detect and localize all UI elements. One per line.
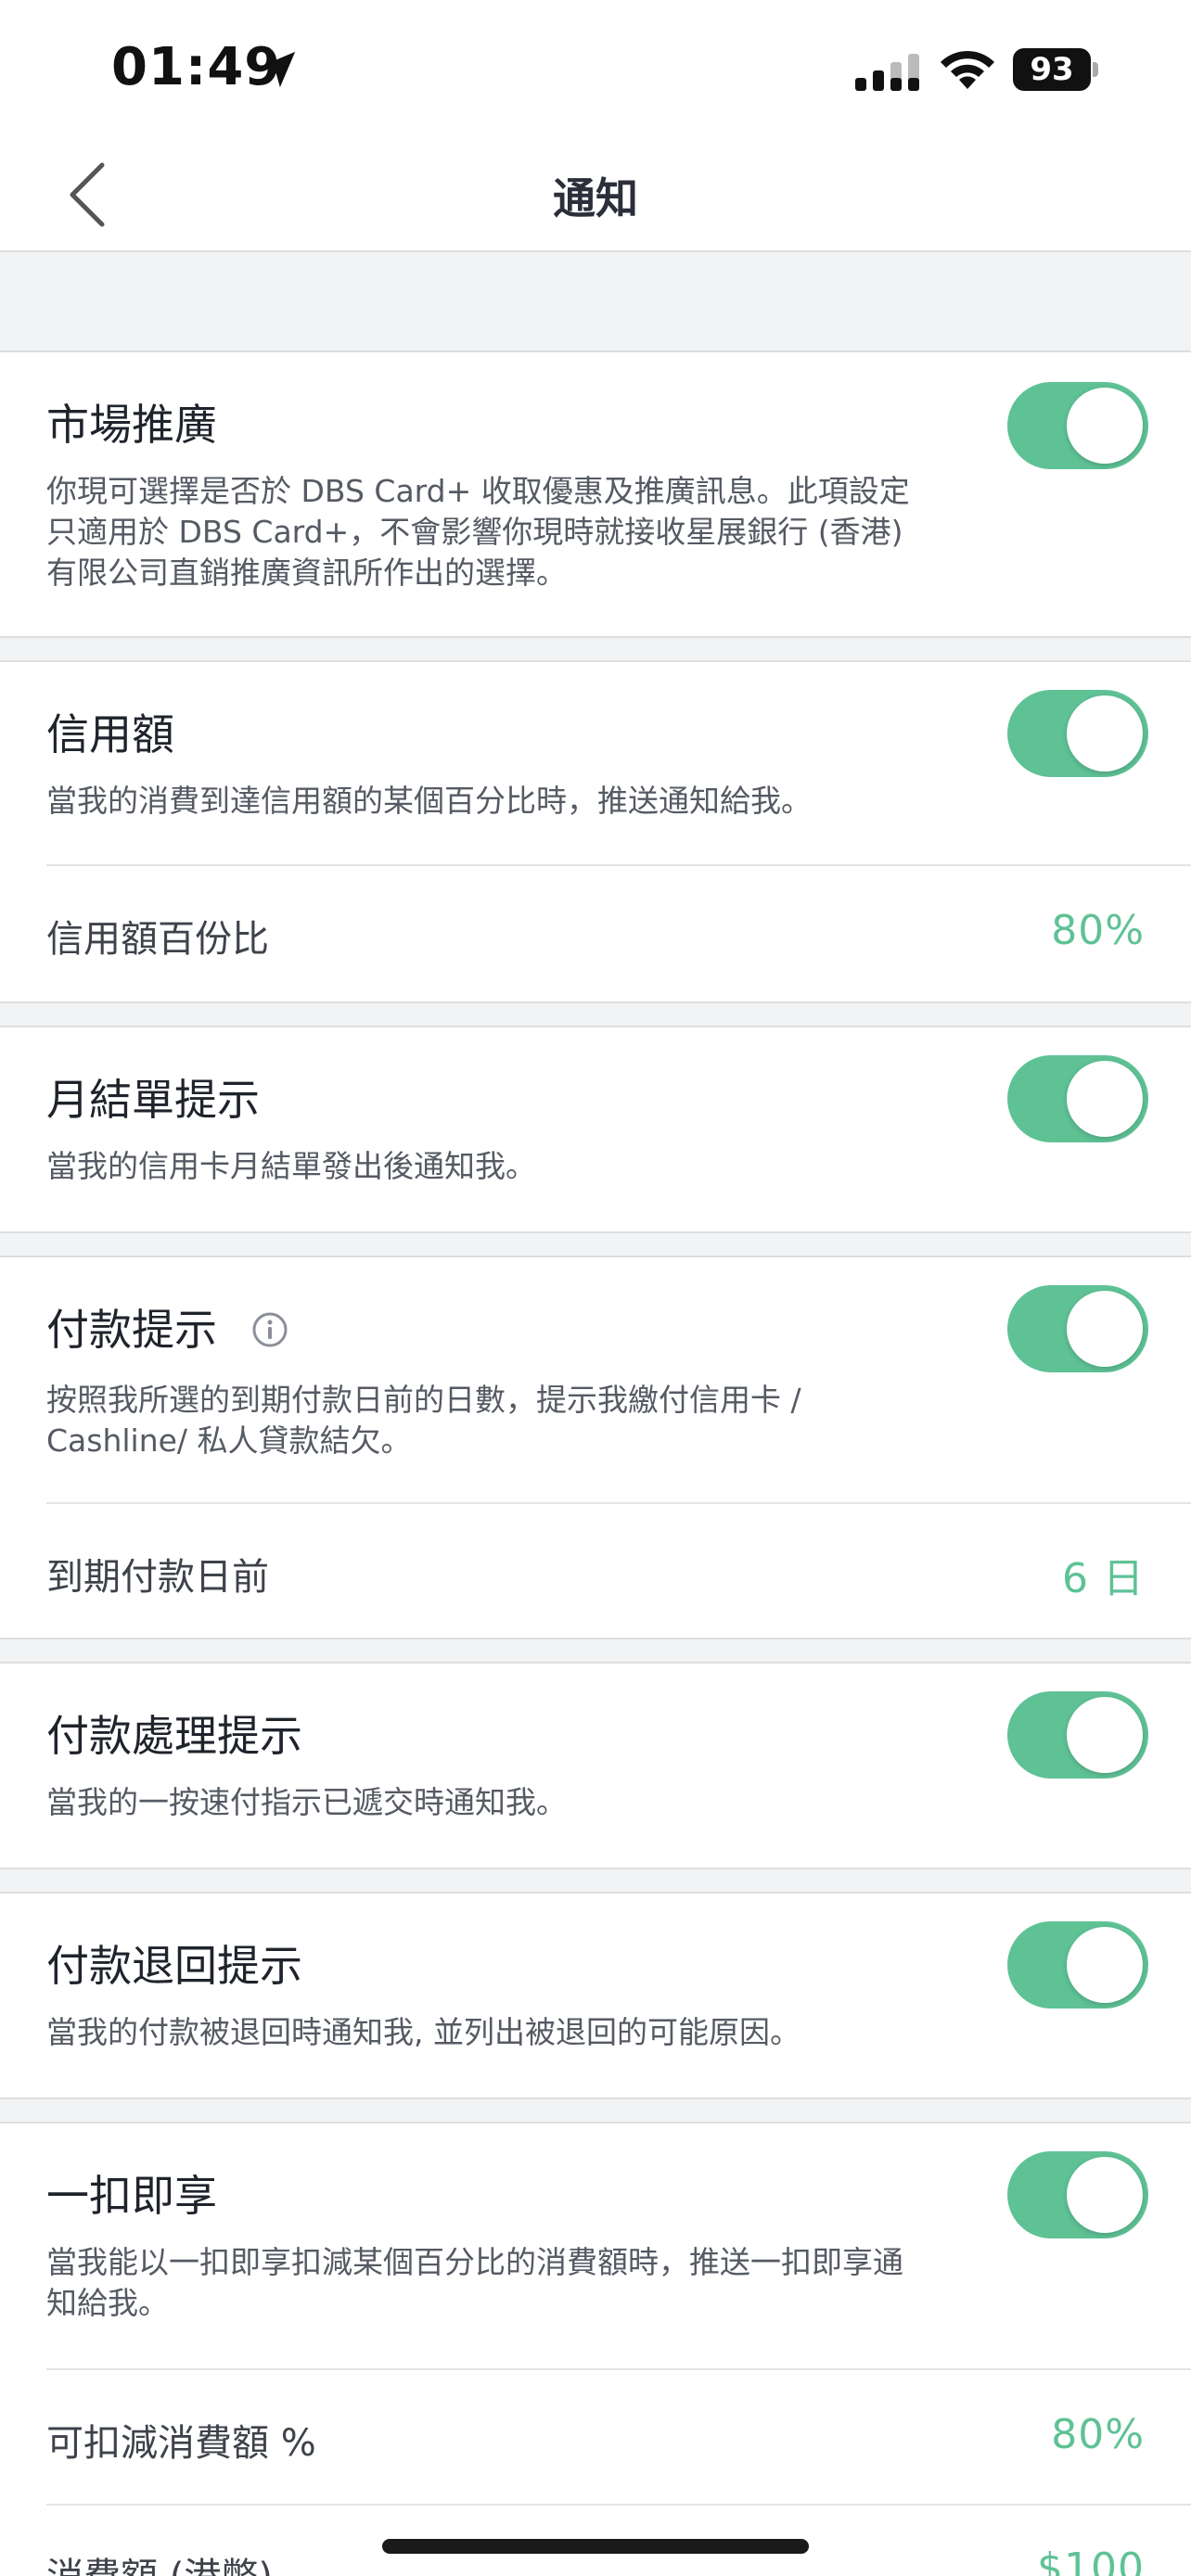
statement-description: 當我的信用卡月結單發出後通知我。 <box>46 1148 536 1184</box>
days-before-due-value[interactable]: 6 日 <box>1062 1545 1145 1604</box>
section-marketing: 市場推廣 你現可選擇是否於 DBS Card+ 收取優惠及推廣訊息。此項設定只適… <box>0 351 1191 638</box>
payment-returned-toggle[interactable] <box>1007 1921 1148 2009</box>
marketing-toggle[interactable] <box>1007 382 1148 469</box>
instant-reward-description: 當我能以一扣即享扣減某個百分比的消費額時，推送一扣即享通知給我。 <box>46 2244 903 2321</box>
statement-toggle[interactable] <box>1007 1055 1148 1142</box>
wifi-icon <box>941 50 994 89</box>
payment-reminder-title: 付款提示 <box>46 1296 288 1358</box>
battery-icon: 93 <box>1013 48 1100 91</box>
notification-settings-screen: 01:49 93 通知 市場推廣 你現可選擇是否於 DBS Card+ 收取優惠… <box>0 0 1191 2576</box>
payment-processing-description: 當我的一按速付指示已遞交時通知我。 <box>46 1784 567 1820</box>
marketing-title: 市場推廣 <box>46 400 217 450</box>
divider <box>46 2368 1191 2370</box>
payment-processing-toggle[interactable] <box>1007 1691 1148 1779</box>
marketing-description: 你現可選擇是否於 DBS Card+ 收取優惠及推廣訊息。此項設定只適用於 DB… <box>46 473 910 591</box>
credit-limit-title: 信用額 <box>46 709 174 759</box>
info-icon[interactable] <box>251 1311 288 1348</box>
section-payment-returned: 付款退回提示 當我的付款被退回時通知我, 並列出被退回的可能原因。 <box>0 1892 1191 2099</box>
statement-title: 月結單提示 <box>46 1075 260 1125</box>
home-indicator <box>382 2539 809 2554</box>
payment-reminder-label: 付款提示 <box>46 1305 217 1355</box>
payment-returned-description: 當我的付款被退回時通知我, 並列出被退回的可能原因。 <box>46 2014 800 2050</box>
section-payment-processing: 付款處理提示 當我的一按速付指示已遞交時通知我。 <box>0 1662 1191 1869</box>
credit-limit-description: 當我的消費到達信用額的某個百分比時，推送通知給我。 <box>46 783 812 819</box>
deductible-percent-value[interactable]: 80% <box>1051 2411 1145 2458</box>
instant-reward-toggle[interactable] <box>1007 2151 1148 2238</box>
instant-reward-title: 一扣即享 <box>46 2171 217 2221</box>
deductible-percent-label: 可扣減消費額 % <box>46 2422 316 2465</box>
payment-returned-title: 付款退回提示 <box>46 1941 302 1991</box>
section-statement: 月結單提示 當我的信用卡月結單發出後通知我。 <box>0 1026 1191 1233</box>
spending-amount-value[interactable]: $100 <box>1037 2544 1145 2576</box>
page-title: 通知 <box>553 173 638 223</box>
nav-bar: 通知 <box>0 139 1191 252</box>
divider <box>46 864 1191 866</box>
payment-processing-title: 付款處理提示 <box>46 1711 302 1761</box>
payment-reminder-description: 按照我所選的到期付款日前的日數，提示我繳付信用卡 / Cashline/ 私人貸… <box>46 1382 801 1459</box>
divider <box>46 2504 1191 2506</box>
section-payment-reminder: 付款提示 按照我所選的到期付款日前的日數，提示我繳付信用卡 / Cashline… <box>0 1256 1191 1639</box>
credit-limit-percent-label: 信用額百份比 <box>46 918 269 961</box>
divider <box>46 1502 1191 1504</box>
location-arrow-icon <box>259 51 296 88</box>
status-bar: 01:49 93 <box>0 0 1191 139</box>
section-credit-limit: 信用額 當我的消費到達信用額的某個百分比時，推送通知給我。 信用額百份比 80% <box>0 660 1191 1003</box>
spending-amount-label: 消費額 (港幣) <box>46 2546 273 2576</box>
section-instant-reward: 一扣即享 當我能以一扣即享扣減某個百分比的消費額時，推送一扣即享通知給我。 可扣… <box>0 2122 1191 2576</box>
credit-limit-toggle[interactable] <box>1007 690 1148 777</box>
battery-level: 93 <box>1013 48 1091 91</box>
credit-limit-percent-value[interactable]: 80% <box>1051 907 1145 954</box>
days-before-due-label: 到期付款日前 <box>46 1556 269 1599</box>
cellular-signal-icon <box>855 54 919 91</box>
payment-reminder-toggle[interactable] <box>1007 1285 1148 1372</box>
